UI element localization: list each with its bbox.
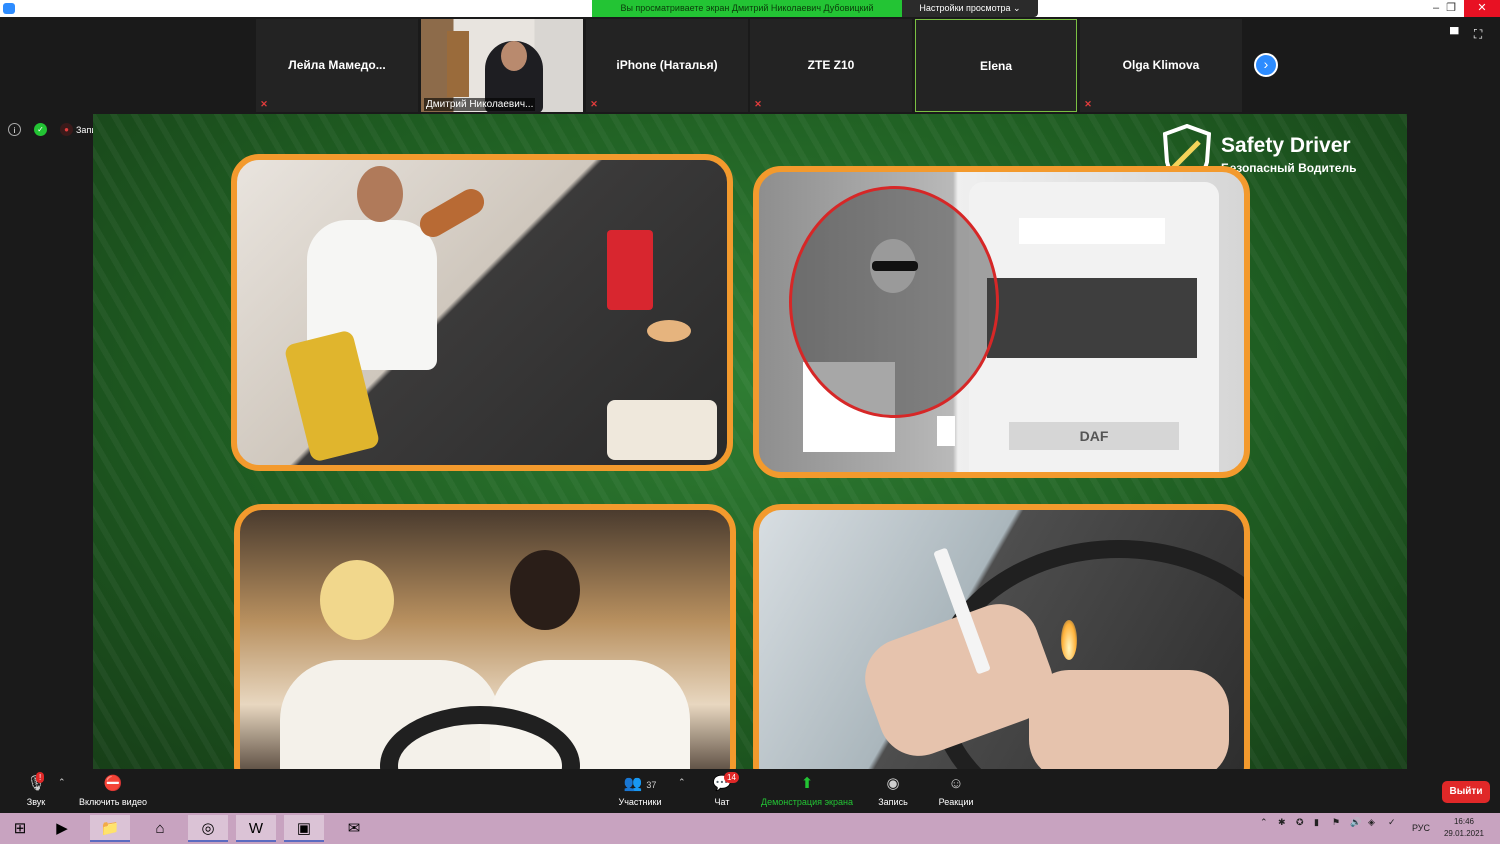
reactions-label: Реакции (938, 797, 974, 807)
video-door (447, 31, 469, 97)
start-windows-icon[interactable]: ⊞ (0, 815, 40, 842)
redaction-small (937, 416, 955, 446)
participant-name: iPhone (Наталья) (616, 58, 718, 72)
participants-label: Участники (618, 797, 662, 807)
photo-makeup-driver (234, 504, 736, 769)
clock-date: 29.01.2021 (1443, 829, 1485, 838)
donut (647, 320, 691, 342)
layout-controls: ▀ ⛶ (1450, 27, 1482, 42)
window-titlebar: Вы просматриваете экран Дмитрий Николаев… (0, 0, 1500, 17)
participant-name: Дмитрий Николаевич... (424, 98, 536, 111)
restore-button[interactable]: ❐ (1437, 0, 1465, 17)
reactions-icon: ☺ (948, 775, 964, 792)
photo-smoking-driver (753, 504, 1250, 769)
photo-eating-driver (231, 154, 733, 471)
mic-muted-icon: ✕ (260, 99, 268, 109)
audio-options-caret[interactable]: ⌃ (58, 777, 66, 788)
participant-tile[interactable]: iPhone (Наталья) ✕ (586, 19, 748, 112)
share-label: Демонстрация экрана (761, 797, 853, 807)
audio-label: Звук (26, 797, 46, 807)
tray-app-icon[interactable]: ✪ (1296, 817, 1304, 828)
truck-window (987, 278, 1197, 358)
participant-tile-video[interactable]: Дмитрий Николаевич... (421, 19, 583, 112)
driver-head (357, 166, 403, 222)
mic-muted-icon: ✕ (754, 99, 762, 109)
system-clock[interactable]: 16:46 29.01.2021 (1440, 816, 1488, 840)
next-page-button[interactable]: › (1254, 53, 1278, 77)
photo-traffic-camera: DAF (753, 166, 1250, 478)
hand-with-lighter (1029, 670, 1229, 769)
hotdog (415, 184, 489, 242)
zoom-app-icon[interactable]: ▣ (284, 815, 324, 842)
language-indicator[interactable]: РУС (1412, 823, 1430, 833)
tray-antivirus-icon[interactable]: ✱ (1278, 817, 1286, 828)
participants-icon: 👥 37 (623, 775, 657, 792)
video-off-icon: ⛔ (103, 775, 123, 792)
share-screen-icon: ⬆ (800, 775, 814, 792)
file-explorer-icon[interactable]: 📁 (90, 815, 130, 842)
participant-tile[interactable]: ZTE Z10 ✕ (750, 19, 912, 112)
drink-cup (607, 230, 653, 310)
audio-alert-badge: ! (36, 772, 45, 783)
record-icon: ◉ (886, 775, 900, 792)
truck-grill: DAF (1009, 422, 1179, 450)
info-icon[interactable]: i (8, 123, 21, 136)
record-button[interactable]: ◉ Запись (872, 769, 914, 813)
participant-name: Лейла Мамедо... (288, 58, 386, 72)
close-button[interactable]: ✕ (1464, 0, 1500, 17)
tray-shield-icon[interactable]: ◈ (1368, 817, 1375, 828)
mic-muted-icon: ✕ (1084, 99, 1092, 109)
windows-taskbar: ⊞ ▶ 📁 ⌂ ◎ W ▣ ✉ ⌃ ✱ ✪ ▮ ⚑ 🔊 ◈ ✓ РУС 16:4… (0, 813, 1500, 844)
participant-name: Elena (979, 59, 1012, 73)
view-layout-icon[interactable]: ▀ (1450, 27, 1459, 41)
chrome-icon[interactable]: ◎ (188, 815, 228, 842)
zoom-logo-icon (3, 3, 15, 14)
media-player-icon[interactable]: ▶ (42, 815, 82, 842)
fullscreen-icon[interactable]: ⛶ (1474, 27, 1482, 41)
clock-time: 16:46 (1453, 817, 1475, 826)
view-options-button[interactable]: Настройки просмотра ⌄ (902, 0, 1038, 17)
tray-overflow-icon[interactable]: ⌃ (1260, 817, 1268, 828)
home-icon[interactable]: ⌂ (140, 815, 180, 842)
participants-button[interactable]: 👥 37 Участники (610, 769, 670, 813)
record-dot-icon: ● (60, 123, 73, 136)
food-box (607, 400, 717, 460)
leave-meeting-button[interactable]: Выйти (1442, 781, 1490, 803)
face-blur-bar (872, 261, 918, 271)
reactions-button[interactable]: ☺ Реакции (932, 769, 980, 813)
chat-unread-badge: 14 (724, 772, 739, 783)
participant-tile[interactable]: Olga Klimova ✕ (1080, 19, 1242, 112)
lighter-flame (1061, 620, 1077, 660)
brunette-head (510, 550, 580, 630)
highlight-circle (789, 186, 999, 418)
participant-tile-active-speaker[interactable]: Elena (915, 19, 1077, 112)
video-label: Включить видео (79, 797, 147, 807)
shared-screen-slide: Safety Driver Безопасный Водитель DAF (93, 114, 1407, 769)
network-icon[interactable]: ▮ (1314, 817, 1319, 828)
word-icon[interactable]: W (236, 815, 276, 842)
participants-options-caret[interactable]: ⌃ (678, 777, 686, 788)
record-label: Запись (878, 797, 908, 807)
outlook-icon[interactable]: ✉ (334, 815, 374, 842)
screen-share-banner: Вы просматриваете экран Дмитрий Николаев… (592, 0, 902, 17)
meeting-stage: Лейла Мамедо... ✕ Дмитрий Николаевич... … (0, 17, 1500, 769)
shield-icon[interactable]: ✓ (34, 123, 47, 136)
flag-icon[interactable]: ⚑ (1332, 817, 1340, 828)
share-screen-button[interactable]: ⬆ Демонстрация экрана (756, 769, 858, 813)
participants-count: 37 (646, 780, 657, 790)
chat-label: Чат (714, 797, 730, 807)
participant-strip: Лейла Мамедо... ✕ Дмитрий Николаевич... … (256, 19, 1244, 112)
mic-muted-icon: ✕ (590, 99, 598, 109)
brand-title: Safety Driver (1221, 134, 1351, 157)
video-face (501, 41, 527, 71)
participant-tile[interactable]: Лейла Мамедо... ✕ (256, 19, 418, 112)
tray-check-icon[interactable]: ✓ (1388, 817, 1396, 828)
meeting-toolbar: 🎙 Звук ! ⌃ ⛔ Включить видео 👥 37 Участни… (0, 769, 1500, 813)
participant-name: Olga Klimova (1122, 58, 1200, 72)
start-video-button[interactable]: ⛔ Включить видео (72, 769, 154, 813)
redaction-plate (1019, 218, 1165, 244)
participant-name: ZTE Z10 (807, 58, 855, 72)
volume-icon[interactable]: 🔊 (1350, 817, 1361, 828)
blonde-head (320, 560, 394, 640)
